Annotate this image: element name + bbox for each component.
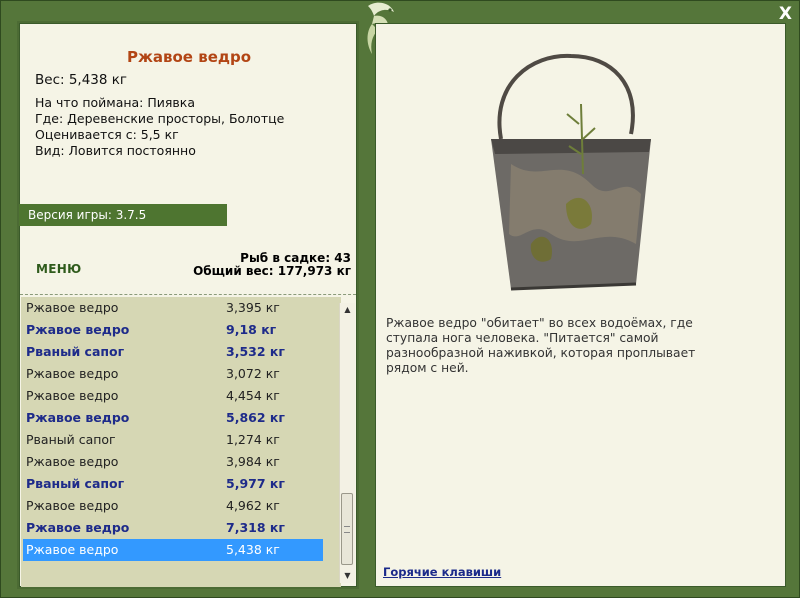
catch-stats: Рыб в садке: 43 Общий вес: 177,973 кг [193, 252, 351, 278]
list-item-name: Ржавое ведро [26, 520, 130, 535]
arrow-down-icon[interactable]: ▼ [340, 569, 355, 583]
fish-description: Ржавое ведро "обитает" во всех водоёмах,… [386, 316, 696, 375]
list-item-weight: 5,862 кг [226, 410, 285, 425]
list-item[interactable]: Ржавое ведро 3,395 кг [21, 297, 341, 319]
close-icon[interactable]: X [779, 4, 792, 24]
list-item-name: Ржавое ведро [26, 366, 119, 381]
left-panel: Ржавое ведро Вес: 5,438 кг На что пойман… [19, 23, 357, 587]
list-item-name: Ржавое ведро [26, 542, 119, 557]
grip-icon [344, 526, 350, 533]
fish-info: На что поймана: Пиявка Где: Деревенские … [35, 95, 284, 159]
list-item-weight: 7,318 кг [226, 520, 285, 535]
list-item-name: Ржавое ведро [26, 410, 130, 425]
list-item[interactable]: Рваный сапог 3,532 кг [21, 341, 341, 363]
list-item-name: Рваный сапог [26, 344, 125, 359]
list-item[interactable]: Ржавое ведро 3,984 кг [21, 451, 341, 473]
hotkeys-link[interactable]: Горячие клавиши [383, 565, 501, 579]
list-item[interactable]: Ржавое ведро 3,072 кг [21, 363, 341, 385]
list-item-name: Ржавое ведро [26, 454, 119, 469]
list-item-name: Ржавое ведро [26, 322, 130, 337]
list-item[interactable]: Рваный сапог 5,977 кг [21, 473, 341, 495]
list-item-name: Рваный сапог [26, 476, 125, 491]
list-item-name: Ржавое ведро [26, 388, 119, 403]
list-item[interactable]: Ржавое ведро 4,962 кг [21, 495, 341, 517]
kind-text: Вид: Ловится постоянно [35, 143, 196, 158]
fish-info-window: { "window": { "close_label": "X" }, "fis… [0, 0, 800, 598]
list-item[interactable]: Ржавое ведро 4,454 кг [21, 385, 341, 407]
list-item-name: Ржавое ведро [26, 498, 119, 513]
list-item-weight: 1,274 кг [226, 432, 280, 447]
list-item[interactable]: Ржавое ведро 9,18 кг [21, 319, 341, 341]
list-item[interactable]: Ржавое ведро 5,862 кг [21, 407, 341, 429]
list-item-weight: 4,454 кг [226, 388, 280, 403]
location-text: Где: Деревенские просторы, Болотце [35, 111, 285, 126]
fish-title: Ржавое ведро [126, 48, 252, 66]
value-text: Оценивается с: 5,5 кг [35, 127, 179, 142]
list-item-weight: 3,532 кг [226, 344, 285, 359]
list-item-weight: 3,984 кг [226, 454, 280, 469]
list-item[interactable]: Рваный сапог 1,274 кг [21, 429, 341, 451]
list-item-weight: 9,18 кг [226, 322, 277, 337]
total-weight: Общий вес: 177,973 кг [193, 264, 351, 278]
rusty-bucket-image [491, 53, 651, 291]
catch-list: Ржавое ведро 3,395 кг Ржавое ведро 9,18 кг Р… [21, 297, 341, 587]
menu-button[interactable]: МЕНЮ [36, 262, 81, 276]
list-item-weight: 5,438 кг [226, 542, 280, 557]
scrollbar-thumb[interactable] [341, 493, 353, 565]
fish-weight: Вес: 5,438 кг [35, 72, 128, 88]
list-item-weight: 4,962 кг [226, 498, 280, 513]
right-panel: Ржавое ведро "обитает" во всех водоёмах,… [375, 23, 786, 587]
divider [20, 294, 356, 295]
list-item-weight: 5,977 кг [226, 476, 285, 491]
arrow-up-icon[interactable]: ▲ [340, 303, 355, 317]
scrollbar[interactable]: ▲ ▼ [339, 303, 355, 583]
list-item[interactable]: Ржавое ведро 5,438 кг [23, 539, 323, 561]
caught-on-text: На что поймана: Пиявка [35, 95, 195, 110]
version-bar: Версия игры: 3.7.5 [19, 204, 227, 226]
list-item[interactable]: Ржавое ведро 7,318 кг [21, 517, 341, 539]
list-item-name: Ржавое ведро [26, 300, 119, 315]
list-item-weight: 3,395 кг [226, 300, 280, 315]
list-item-name: Рваный сапог [26, 432, 116, 447]
list-item-weight: 3,072 кг [226, 366, 280, 381]
